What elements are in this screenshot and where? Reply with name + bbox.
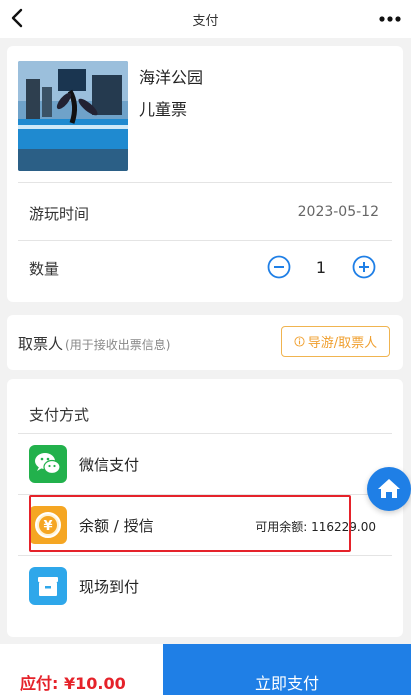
top-bar: 支付 (0, 0, 411, 38)
payment-option-onsite[interactable]: 现场到付 (18, 556, 392, 616)
minus-circle-icon[interactable] (267, 255, 291, 279)
bottom-bar: 应付: ¥10.00 立即支付 (0, 644, 411, 695)
collector-label: 取票人 (用于接收出票信息) (18, 333, 170, 354)
home-icon (378, 479, 400, 498)
collector-title: 取票人 (18, 335, 64, 353)
payment-option-wechat[interactable]: 微信支付 (18, 434, 392, 494)
wechat-pay-label: 微信支付 (79, 456, 140, 474)
play-date-value[interactable]: 2023-05-12 (298, 204, 379, 220)
product-name: 海洋公园 (139, 68, 204, 87)
info-circle-icon (294, 336, 305, 347)
play-time-label: 游玩时间 (29, 205, 90, 223)
onsite-pay-icon (29, 567, 67, 605)
product-thumbnail (18, 61, 128, 171)
divider (18, 240, 392, 241)
guide-collector-button[interactable]: 导游/取票人 (281, 326, 390, 357)
wechat-icon (29, 445, 67, 483)
quantity-value: 1 (315, 258, 327, 277)
divider (18, 182, 392, 183)
plus-circle-icon[interactable] (352, 255, 376, 279)
pay-now-button[interactable]: 立即支付 (163, 644, 411, 695)
ticket-type: 儿童票 (139, 100, 188, 119)
ticket-collector-card: 取票人 (用于接收出票信息) 导游/取票人 (7, 315, 403, 370)
guide-button-label: 导游/取票人 (307, 336, 378, 351)
onsite-pay-label: 现场到付 (79, 578, 140, 596)
collector-hint: (用于接收出票信息) (65, 338, 171, 352)
selected-method-highlight (29, 495, 351, 552)
total-amount: 应付: ¥10.00 (20, 674, 126, 693)
payment-title: 支付方式 (29, 406, 90, 424)
product-card: 海洋公园 儿童票 游玩时间 2023-05-12 数量 1 (7, 46, 403, 302)
quantity-label: 数量 (29, 260, 60, 278)
home-button[interactable] (367, 467, 411, 511)
more-dots-icon[interactable] (379, 12, 401, 26)
page-title: 支付 (192, 14, 219, 29)
